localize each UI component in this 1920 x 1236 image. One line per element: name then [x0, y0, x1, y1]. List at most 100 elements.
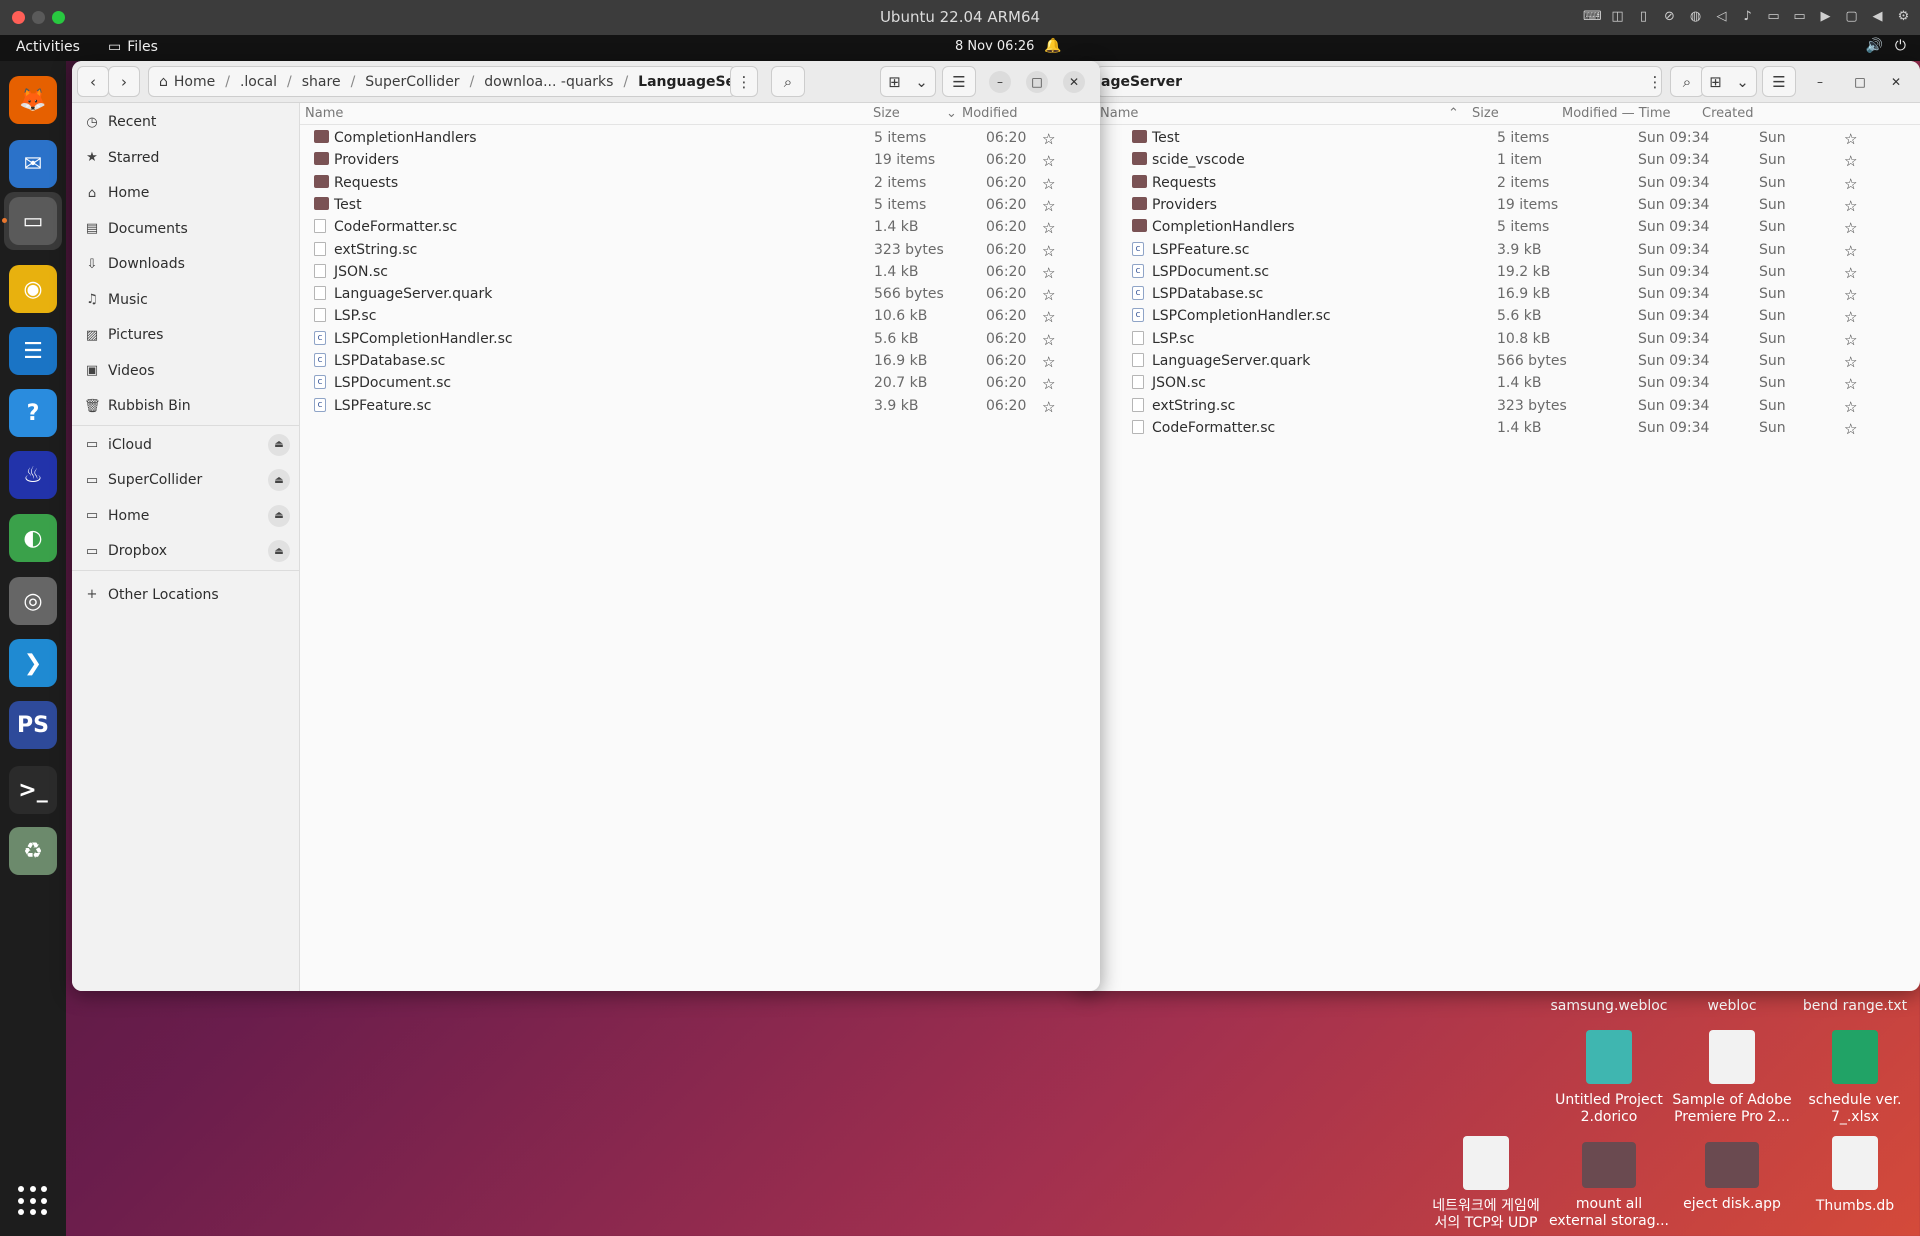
star-icon[interactable]: ☆: [1844, 130, 1857, 148]
file-row[interactable]: c LSPDocument.sc 19.2 kB Sun 09:34 Sun ☆: [1076, 262, 1920, 284]
file-row[interactable]: CompletionHandlers 5 items Sun 09:34 Sun ☆: [1076, 217, 1920, 239]
file-row[interactable]: LanguageServer.quark 566 bytes Sun 09:34 Su…: [1076, 351, 1920, 373]
file-row[interactable]: c LSPCompletionHandler.sc 5.6 kB 06:20 ☆: [300, 329, 1100, 351]
path-segment[interactable]: LanguageServer: [638, 74, 735, 90]
file-row[interactable]: c LSPFeature.sc 3.9 kB 06:20 ☆: [300, 396, 1100, 418]
file-row[interactable]: CompletionHandlers 5 items 06:20 ☆: [300, 128, 1100, 150]
file-row[interactable]: c LSPDocument.sc 20.7 kB 06:20 ☆: [300, 373, 1100, 395]
eject-icon[interactable]: ⏏: [268, 504, 290, 527]
star-icon[interactable]: ☆: [1844, 242, 1857, 260]
star-icon[interactable]: ☆: [1042, 219, 1055, 237]
clock[interactable]: 8 Nov 06:26: [955, 39, 1034, 54]
file-row[interactable]: extString.sc 323 bytes Sun 09:34 Sun ☆: [1076, 396, 1920, 418]
star-icon[interactable]: ☆: [1042, 331, 1055, 349]
sidebar-item-rubbish-bin[interactable]: 🗑 Rubbish Bin: [84, 391, 294, 421]
dock-app-app-swirl[interactable]: ◎: [9, 577, 57, 625]
path-segment[interactable]: downloa... -quarks: [484, 74, 613, 90]
dock-app-ps[interactable]: PS: [9, 701, 57, 749]
eject-icon[interactable]: ⏏: [268, 433, 290, 456]
dock-app-help[interactable]: ?: [9, 389, 57, 437]
path-menu-button[interactable]: ⋮: [730, 66, 758, 97]
star-icon[interactable]: ☆: [1844, 197, 1857, 215]
desktop-file-label[interactable]: webloc: [1672, 998, 1792, 1015]
desktop-icon[interactable]: eject disk.app: [1672, 1136, 1792, 1213]
minimize-button[interactable]: –: [989, 71, 1011, 93]
path-segment[interactable]: .local: [240, 74, 277, 90]
star-icon[interactable]: ☆: [1042, 353, 1055, 371]
sidebar-item-documents[interactable]: ▤ Documents: [84, 214, 294, 244]
sidebar-drive-home[interactable]: ▭ Home ⏏: [84, 501, 294, 531]
app-menu[interactable]: ▭ Files: [108, 39, 158, 55]
maximize-button[interactable]: □: [1849, 71, 1871, 93]
view-toggle-button[interactable]: ⊞ ⌄: [1701, 66, 1757, 97]
path-segment[interactable]: SuperCollider: [365, 74, 459, 90]
file-row[interactable]: Requests 2 items Sun 09:34 Sun ☆: [1076, 173, 1920, 195]
file-row[interactable]: Test 5 items 06:20 ☆: [300, 195, 1100, 217]
desktop-icon[interactable]: schedule ver. 7_.xlsx: [1795, 1030, 1915, 1126]
column-modified[interactable]: Modified: [962, 106, 1017, 121]
file-row[interactable]: CodeFormatter.sc 1.4 kB 06:20 ☆: [300, 217, 1100, 239]
menu-button[interactable]: ☰: [942, 66, 976, 97]
file-row[interactable]: c LSPFeature.sc 3.9 kB Sun 09:34 Sun ☆: [1076, 240, 1920, 262]
minimize-button[interactable]: –: [1809, 71, 1831, 93]
dock-app-app-green[interactable]: ◐: [9, 514, 57, 562]
path-segment[interactable]: Home: [174, 74, 215, 90]
dock-app-terminal[interactable]: >_: [9, 766, 57, 814]
column-name[interactable]: Name: [1100, 106, 1138, 121]
files-window-front[interactable]: ‹ › ⌂ Home / .local / share / SuperCollider / dow…: [72, 61, 1100, 991]
star-icon[interactable]: ☆: [1844, 175, 1857, 193]
file-row[interactable]: extString.sc 323 bytes 06:20 ☆: [300, 240, 1100, 262]
star-icon[interactable]: ☆: [1844, 420, 1857, 438]
star-icon[interactable]: ☆: [1042, 398, 1055, 416]
path-menu-button[interactable]: ⋮: [1648, 66, 1663, 97]
star-icon[interactable]: ☆: [1844, 308, 1857, 326]
column-created[interactable]: Created: [1702, 106, 1753, 121]
star-icon[interactable]: ☆: [1042, 130, 1055, 148]
view-toggle-button[interactable]: ⊞ ⌄: [880, 66, 936, 97]
activities-button[interactable]: Activities: [16, 39, 80, 55]
star-icon[interactable]: ☆: [1042, 375, 1055, 393]
file-row[interactable]: JSON.sc 1.4 kB 06:20 ☆: [300, 262, 1100, 284]
close-button[interactable]: ✕: [1885, 71, 1907, 93]
sidebar-item-music[interactable]: ♫ Music: [84, 285, 294, 315]
star-icon[interactable]: ☆: [1042, 308, 1055, 326]
menu-button[interactable]: ☰: [1762, 66, 1796, 97]
desktop-file-label[interactable]: bend range.txt: [1795, 998, 1915, 1015]
desktop-icon[interactable]: 네트워크에 게임에 서의 TCP와 UDP ...: [1426, 1136, 1546, 1236]
column-modified[interactable]: Modified — Time: [1562, 106, 1671, 121]
file-row[interactable]: CodeFormatter.sc 1.4 kB Sun 09:34 Sun ☆: [1076, 418, 1920, 440]
dock-app-supercollider[interactable]: ♨: [9, 451, 57, 499]
file-row[interactable]: c LSPCompletionHandler.sc 5.6 kB Sun 09:34 S…: [1076, 306, 1920, 328]
star-icon[interactable]: ☆: [1844, 264, 1857, 282]
sidebar-drive-supercollider[interactable]: ▭ SuperCollider ⏏: [84, 465, 294, 495]
star-icon[interactable]: ☆: [1844, 286, 1857, 304]
sidebar-item-downloads[interactable]: ⇩ Downloads: [84, 249, 294, 279]
desktop-icon[interactable]: Untitled Project 2.dorico: [1549, 1030, 1669, 1126]
file-row[interactable]: Providers 19 items 06:20 ☆: [300, 150, 1100, 172]
file-row[interactable]: Requests 2 items 06:20 ☆: [300, 173, 1100, 195]
desktop-icon[interactable]: Sample of Adobe Premiere Pro 2...: [1672, 1030, 1792, 1126]
star-icon[interactable]: ☆: [1844, 375, 1857, 393]
column-name[interactable]: Name: [305, 106, 343, 121]
path-segment[interactable]: share: [302, 74, 341, 90]
star-icon[interactable]: ☆: [1042, 175, 1055, 193]
sidebar-item-pictures[interactable]: ▨ Pictures: [84, 320, 294, 350]
eject-icon[interactable]: ⏏: [268, 469, 290, 491]
sidebar-drive-icloud[interactable]: ▭ iCloud ⏏: [84, 430, 294, 460]
file-row[interactable]: LSP.sc 10.6 kB 06:20 ☆: [300, 306, 1100, 328]
star-icon[interactable]: ☆: [1042, 242, 1055, 260]
dock-app-writer[interactable]: ☰: [9, 327, 57, 375]
star-icon[interactable]: ☆: [1844, 398, 1857, 416]
dock-app-rhythmbox[interactable]: ◉: [9, 265, 57, 313]
star-icon[interactable]: ☆: [1042, 197, 1055, 215]
sidebar-item-recent[interactable]: ◷ Recent: [84, 107, 294, 137]
file-row[interactable]: LSP.sc 10.8 kB Sun 09:34 Sun ☆: [1076, 329, 1920, 351]
file-row[interactable]: c LSPDatabase.sc 16.9 kB Sun 09:34 Sun ☆: [1076, 284, 1920, 306]
sidebar-drive-dropbox[interactable]: ▭ Dropbox ⏏: [84, 536, 294, 566]
sidebar-item-home[interactable]: ⌂ Home: [84, 178, 294, 208]
system-menu[interactable]: 🔊 ⏻: [1865, 38, 1906, 54]
dock-app-vscode[interactable]: ❯: [9, 639, 57, 687]
column-size[interactable]: Size: [873, 106, 900, 121]
path-segment-current[interactable]: ageServer: [1101, 74, 1182, 90]
column-size[interactable]: Size: [1472, 106, 1499, 121]
